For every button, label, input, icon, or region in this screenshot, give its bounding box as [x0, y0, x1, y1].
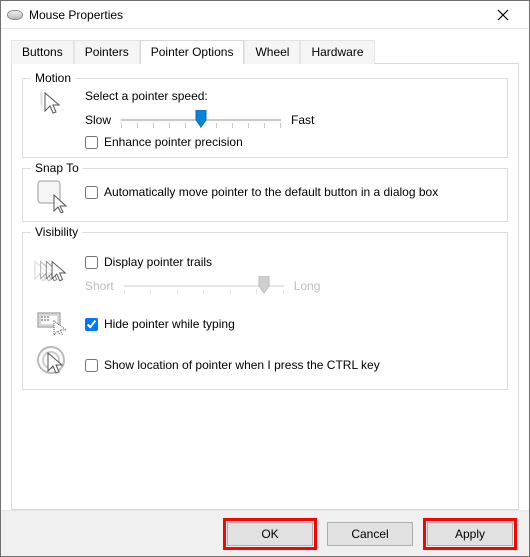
enhance-precision-checkbox[interactable]: Enhance pointer precision	[85, 135, 497, 149]
tab-strip: Buttons Pointers Pointer Options Wheel H…	[1, 29, 529, 63]
trails-short-label: Short	[85, 279, 114, 293]
snapto-checkbox[interactable]: Automatically move pointer to the defaul…	[85, 185, 497, 199]
pointer-speed-slider[interactable]	[121, 111, 281, 129]
cancel-button[interactable]: Cancel	[327, 522, 413, 546]
motion-fast-label: Fast	[291, 113, 314, 127]
trails-icon	[33, 259, 73, 287]
trails-label: Display pointer trails	[104, 255, 212, 269]
snapto-input[interactable]	[85, 186, 98, 199]
tab-page: Motion Select a pointer speed: Slow	[11, 63, 519, 510]
close-icon	[497, 9, 509, 21]
hide-typing-icon	[36, 307, 70, 335]
dialog-button-bar: OK Cancel Apply	[1, 510, 529, 556]
visibility-group: Visibility Display pointer trails	[22, 232, 508, 390]
tab-pointer-options[interactable]: Pointer Options	[140, 40, 245, 64]
trails-checkbox[interactable]: Display pointer trails	[85, 255, 497, 269]
motion-slow-label: Slow	[85, 113, 111, 127]
ctrl-locate-input[interactable]	[85, 359, 98, 372]
window-title: Mouse Properties	[29, 8, 483, 22]
ctrl-locate-checkbox[interactable]: Show location of pointer when I press th…	[85, 358, 497, 372]
hide-typing-label: Hide pointer while typing	[104, 317, 235, 331]
ok-button[interactable]: OK	[227, 522, 313, 546]
snapto-group: Snap To Automatically move pointer to th…	[22, 168, 508, 222]
cursor-icon	[39, 89, 67, 117]
trails-input[interactable]	[85, 256, 98, 269]
enhance-precision-label: Enhance pointer precision	[104, 135, 243, 149]
motion-select-label: Select a pointer speed:	[85, 89, 497, 103]
mouse-icon	[7, 10, 23, 20]
snap-to-icon	[36, 179, 70, 213]
snapto-label: Automatically move pointer to the defaul…	[104, 185, 438, 199]
hide-typing-input[interactable]	[85, 318, 98, 331]
apply-highlight: Apply	[423, 518, 517, 550]
ctrl-locate-label: Show location of pointer when I press th…	[104, 358, 380, 372]
titlebar: Mouse Properties	[1, 1, 529, 29]
hide-typing-checkbox[interactable]: Hide pointer while typing	[85, 317, 497, 331]
tab-buttons[interactable]: Buttons	[11, 40, 74, 64]
motion-group: Motion Select a pointer speed: Slow	[22, 78, 508, 158]
visibility-legend: Visibility	[31, 225, 82, 239]
tab-pointers[interactable]: Pointers	[74, 40, 140, 64]
mouse-properties-window: Mouse Properties Buttons Pointers Pointe…	[0, 0, 530, 557]
tab-wheel[interactable]: Wheel	[244, 40, 300, 64]
enhance-precision-input[interactable]	[85, 136, 98, 149]
ctrl-locate-icon	[36, 345, 70, 379]
ok-highlight: OK	[223, 518, 317, 550]
apply-button[interactable]: Apply	[427, 522, 513, 546]
trails-long-label: Long	[294, 279, 321, 293]
tab-hardware[interactable]: Hardware	[300, 40, 374, 64]
motion-legend: Motion	[31, 71, 75, 85]
snapto-legend: Snap To	[31, 161, 83, 175]
close-button[interactable]	[483, 2, 523, 28]
trails-length-slider	[124, 277, 284, 295]
